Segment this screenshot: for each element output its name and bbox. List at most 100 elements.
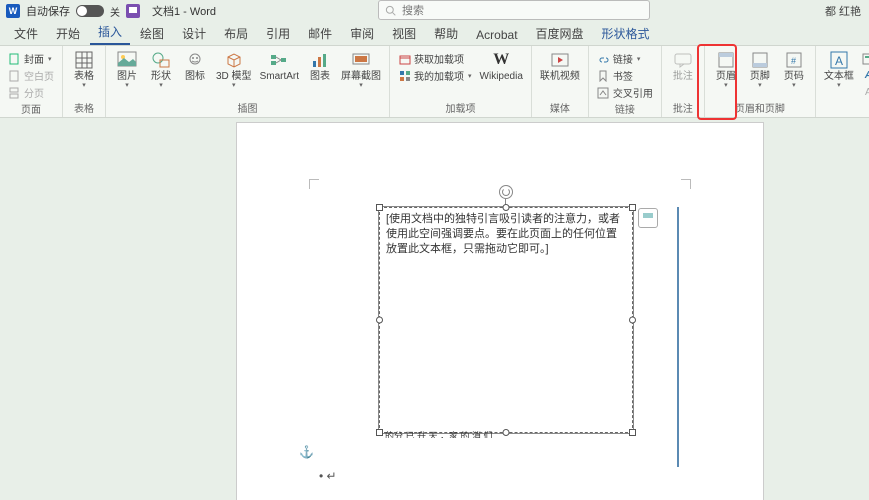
margin-corner-tl	[309, 179, 319, 189]
textbox-content[interactable]: [使用文档中的独特引言吸引读者的注意力，或者使用此空间强调要点。要在此页面上的任…	[380, 208, 632, 261]
footer-button[interactable]: 页脚▾	[745, 48, 775, 91]
group-text: A文本框▾ 文档部件▾ A艺术字▾ A首字下沉▾ 签名行▾ 日期和时间 对象▾ …	[816, 46, 869, 117]
quickparts-button[interactable]: 文档部件▾	[860, 50, 869, 67]
crossref-icon	[597, 86, 610, 99]
smartart-button[interactable]: SmartArt	[258, 48, 301, 84]
tab-design[interactable]: 设计	[174, 21, 214, 45]
crossref-button[interactable]: 交叉引用	[595, 84, 655, 101]
resize-handle-l[interactable]	[376, 317, 383, 324]
resize-handle-r[interactable]	[629, 317, 636, 324]
page-break-button[interactable]: 分页	[6, 84, 56, 101]
shapes-button[interactable]: 形状▾	[146, 48, 176, 91]
search-box[interactable]: 搜索	[378, 0, 650, 20]
document-canvas[interactable]: [使用文档中的独特引言吸引读者的注意力，或者使用此空间强调要点。要在此页面上的任…	[0, 118, 869, 500]
tab-baidu[interactable]: 百度网盘	[528, 21, 592, 45]
user-name[interactable]: 都 红艳	[825, 3, 861, 19]
tab-insert[interactable]: 插入	[90, 19, 130, 45]
autosave-toggle[interactable]	[76, 5, 104, 17]
wordart-icon: A	[862, 69, 869, 82]
cover-page-button[interactable]: 封面▾	[6, 50, 56, 67]
textbox-icon: A	[829, 50, 849, 70]
table-button[interactable]: 表格▾	[69, 48, 99, 91]
quickparts-icon	[862, 52, 869, 65]
tab-review[interactable]: 审阅	[342, 21, 382, 45]
vertical-line-shape[interactable]	[677, 207, 679, 467]
autosave-label: 自动保存	[26, 3, 70, 19]
online-video-button[interactable]: 联机视频	[538, 48, 582, 84]
group-addins: 获取加载项 我的加载项▾ WWikipedia 加载项	[390, 46, 532, 117]
search-placeholder: 搜索	[402, 2, 424, 18]
svg-text:#: #	[791, 56, 796, 66]
page[interactable]: [使用文档中的独特引言吸引读者的注意力，或者使用此空间强调要点。要在此页面上的任…	[236, 122, 764, 500]
icons-icon	[185, 50, 205, 70]
dropcap-button[interactable]: A首字下沉▾	[860, 84, 869, 101]
page-break-icon	[8, 86, 21, 99]
shapes-icon	[151, 50, 171, 70]
tab-file[interactable]: 文件	[6, 21, 46, 45]
comment-button[interactable]: 批注	[668, 48, 698, 84]
store-icon	[398, 52, 411, 65]
textbox-shape[interactable]: [使用文档中的独特引言吸引读者的注意力，或者使用此空间强调要点。要在此页面上的任…	[379, 207, 633, 433]
addins-icon	[398, 69, 411, 82]
tab-layout[interactable]: 布局	[216, 21, 256, 45]
wordart-button[interactable]: A艺术字▾	[860, 67, 869, 84]
anchor-icon: ⚓	[299, 445, 314, 459]
group-pages: 封面▾ 空白页 分页 页面	[0, 46, 63, 117]
rotate-handle[interactable]	[499, 185, 513, 199]
resize-handle-br[interactable]	[629, 429, 636, 436]
tab-view[interactable]: 视图	[384, 21, 424, 45]
tab-home[interactable]: 开始	[48, 21, 88, 45]
group-label-illustrations: 插图	[112, 100, 383, 117]
tab-help[interactable]: 帮助	[426, 21, 466, 45]
blank-page-icon	[8, 69, 21, 82]
group-links: 链接▾ 书签 交叉引用 链接	[589, 46, 662, 117]
tab-references[interactable]: 引用	[258, 21, 298, 45]
group-label-links: 链接	[595, 101, 655, 118]
resize-handle-t[interactable]	[503, 204, 510, 211]
svg-text:A: A	[835, 54, 843, 68]
resize-handle-bl[interactable]	[376, 429, 383, 436]
screenshot-button[interactable]: 屏幕截图▾	[339, 48, 383, 91]
group-label-tables: 表格	[69, 100, 99, 117]
tab-draw[interactable]: 绘图	[132, 21, 172, 45]
bookmark-button[interactable]: 书签	[595, 67, 655, 84]
group-tables: 表格▾ 表格	[63, 46, 106, 117]
app-icon: W	[6, 4, 20, 18]
titlebar: W 自动保存 关 文档1 - Word 搜索 都 红艳	[0, 0, 869, 22]
save-icon[interactable]	[126, 4, 140, 18]
model3d-button[interactable]: 3D 模型▾	[214, 48, 254, 91]
tab-acrobat[interactable]: Acrobat	[468, 24, 525, 45]
link-icon	[597, 52, 610, 65]
get-addins-button[interactable]: 获取加载项	[396, 50, 474, 67]
autosave-state: 关	[110, 4, 120, 19]
link-button[interactable]: 链接▾	[595, 50, 655, 67]
group-label-pages: 页面	[6, 101, 56, 118]
pagenum-button[interactable]: #页码▾	[779, 48, 809, 91]
hidden-text-fragment: 的分 已 升 天 ，家 的 消 们	[385, 429, 617, 438]
chart-icon	[310, 50, 330, 70]
tab-shape-format[interactable]: 形状格式	[594, 21, 658, 45]
icons-button[interactable]: 图标	[180, 48, 210, 84]
document-title: 文档1 - Word	[152, 3, 216, 19]
chart-button[interactable]: 图表	[305, 48, 335, 84]
layout-options-icon[interactable]	[638, 208, 658, 228]
header-button[interactable]: 页眉▾	[711, 48, 741, 91]
margin-corner-tr	[681, 179, 691, 189]
comment-icon	[673, 50, 693, 70]
screenshot-icon	[351, 50, 371, 70]
resize-handle-tr[interactable]	[629, 204, 636, 211]
picture-button[interactable]: 图片▾	[112, 48, 142, 91]
blank-page-button[interactable]: 空白页	[6, 67, 56, 84]
textbox-button[interactable]: A文本框▾	[822, 48, 856, 91]
video-icon	[550, 50, 570, 70]
bookmark-icon	[597, 69, 610, 82]
wikipedia-button[interactable]: WWikipedia	[478, 48, 525, 84]
tab-mailings[interactable]: 邮件	[300, 21, 340, 45]
search-icon	[385, 5, 396, 16]
resize-handle-tl[interactable]	[376, 204, 383, 211]
cube-icon	[224, 50, 244, 70]
my-addins-button[interactable]: 我的加载项▾	[396, 67, 474, 84]
ribbon-tabs: 文件 开始 插入 绘图 设计 布局 引用 邮件 审阅 视图 帮助 Acrobat…	[0, 22, 869, 46]
pagenum-icon: #	[784, 50, 804, 70]
group-label-text: 文本	[822, 101, 869, 118]
